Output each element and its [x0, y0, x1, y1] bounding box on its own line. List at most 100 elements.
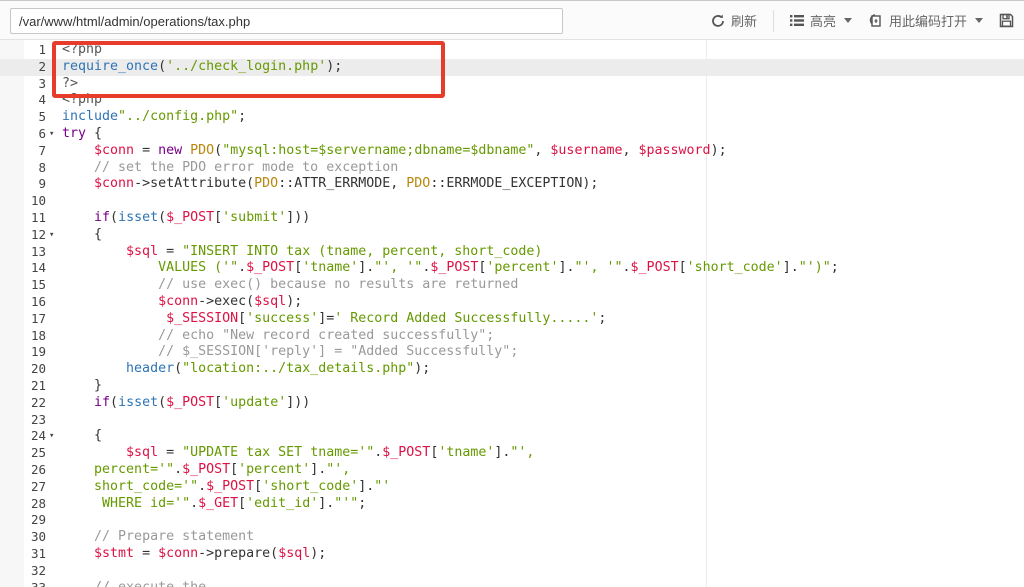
code-text: header("location:../tax_details.php"); — [126, 361, 431, 377]
line-number: 5 — [38, 109, 46, 125]
code-line[interactable]: 23 — [0, 412, 1024, 429]
code-line[interactable]: 1 <?php — [0, 42, 1024, 59]
code-text: WHERE id='".$_GET['edit_id']."'"; — [102, 495, 367, 511]
refresh-icon — [711, 14, 725, 28]
line-number: 32 — [30, 562, 46, 578]
code-line[interactable]: 28 WHERE id='".$_GET['edit_id']."'"; — [0, 496, 1024, 513]
fold-gutter — [46, 277, 62, 294]
fold-arrow-icon[interactable]: ▾ — [46, 428, 62, 445]
code-line[interactable]: 30 // Prepare statement — [0, 529, 1024, 546]
code-text: $conn->setAttribute(PDO::ATTR_ERRMODE, P… — [94, 176, 599, 192]
fold-arrow-icon[interactable]: ▾ — [46, 126, 62, 143]
line-number: 31 — [30, 545, 46, 561]
line-number: 4 — [38, 92, 46, 108]
line-number: 20 — [30, 361, 46, 377]
code-line[interactable]: 31 $stmt = $conn->prepare($sql); — [0, 546, 1024, 563]
fold-gutter — [46, 92, 62, 109]
line-number: 8 — [38, 159, 46, 175]
line-number: 14 — [30, 260, 46, 276]
code-text: short_code='".$_POST['short_code']."' — [94, 478, 391, 494]
code-text: if(isset($_POST['submit'])) — [94, 209, 311, 225]
line-number: 16 — [30, 293, 46, 309]
line-number: 6 — [38, 125, 46, 141]
encoding-label: 用此编码打开 — [888, 14, 967, 29]
code-line[interactable]: 29 — [0, 512, 1024, 529]
code-line[interactable]: 4 <?php — [0, 92, 1024, 109]
code-line[interactable]: 10 — [0, 193, 1024, 210]
code-line[interactable]: 24 ▾ { — [0, 428, 1024, 445]
fold-gutter — [46, 176, 62, 193]
code-line[interactable]: 20 header("location:../tax_details.php")… — [0, 361, 1024, 378]
line-number: 21 — [30, 377, 46, 393]
line-number: 17 — [30, 310, 46, 326]
code-text: $stmt = $conn->prepare($sql); — [94, 545, 327, 561]
code-line[interactable]: 9 $conn->setAttribute(PDO::ATTR_ERRMODE,… — [0, 176, 1024, 193]
fold-gutter — [46, 76, 62, 93]
code-text: // use exec() because no results are ret… — [158, 277, 519, 293]
fold-gutter — [46, 244, 62, 261]
code-line[interactable]: 13 $sql = "INSERT INTO tax (tname, perce… — [0, 244, 1024, 261]
code-line[interactable]: 27 short_code='".$_POST['short_code']."' — [0, 479, 1024, 496]
top-toolbar: 刷新 高亮 — [0, 0, 1024, 40]
refresh-button[interactable]: 刷新 — [711, 11, 757, 30]
save-icon — [999, 13, 1014, 28]
code-text: { — [62, 226, 103, 242]
file-path-input[interactable] — [10, 8, 563, 34]
fold-gutter — [46, 412, 62, 429]
code-text: <?php — [62, 92, 103, 108]
fold-gutter — [46, 496, 62, 513]
line-number: 9 — [38, 176, 46, 192]
code-editor[interactable]: 1 <?php 2 require_once('../check_login.php'… — [0, 40, 1024, 587]
code-line[interactable]: 16 $conn->exec($sql); — [0, 294, 1024, 311]
code-line[interactable]: 7 $conn = new PDO("mysql:host=$servernam… — [0, 143, 1024, 160]
fold-arrow-icon[interactable]: ▾ — [46, 227, 62, 244]
line-number: 28 — [30, 495, 46, 511]
code-line[interactable]: 14 VALUES ('".$_POST['tname']."', '".$_P… — [0, 260, 1024, 277]
code-line[interactable]: 18 // echo "New record created successfu… — [0, 328, 1024, 345]
line-number: 26 — [30, 461, 46, 477]
code-lines[interactable]: 1 <?php 2 require_once('../check_login.php'… — [0, 40, 1024, 587]
fold-gutter — [46, 529, 62, 546]
line-number: 10 — [30, 193, 46, 209]
code-text: percent='".$_POST['percent']."', — [94, 461, 351, 477]
fold-gutter — [46, 512, 62, 529]
fold-gutter — [46, 210, 62, 227]
code-text: { — [62, 428, 103, 444]
code-line[interactable]: 15 // use exec() because no results are … — [0, 277, 1024, 294]
code-line[interactable]: 11 if(isset($_POST['submit'])) — [0, 210, 1024, 227]
code-line[interactable]: 12 ▾ { — [0, 227, 1024, 244]
code-text: $sql = "INSERT INTO tax (tname, percent,… — [126, 243, 543, 259]
code-text: $conn->exec($sql); — [158, 293, 303, 309]
code-line[interactable]: 26 percent='".$_POST['percent']."', — [0, 462, 1024, 479]
fold-gutter — [46, 143, 62, 160]
code-text: VALUES ('".$_POST['tname']."', '".$_POST… — [158, 260, 839, 276]
open-with-encoding-button[interactable]: 用此编码打开 — [868, 11, 983, 30]
code-line[interactable]: 22 if(isset($_POST['update'])) — [0, 395, 1024, 412]
save-button[interactable] — [999, 13, 1014, 28]
code-line[interactable]: 2 require_once('../check_login.php'); — [0, 58, 1024, 76]
fold-gutter — [46, 563, 62, 580]
fold-gutter — [46, 328, 62, 345]
code-line[interactable]: 33 // execute the — [0, 580, 1024, 587]
code-line[interactable]: 21 } — [0, 378, 1024, 395]
code-line[interactable]: 32 — [0, 563, 1024, 580]
code-text: // execute the — [94, 579, 207, 587]
encoding-reload-icon — [868, 13, 883, 28]
code-line[interactable]: 8 // set the PDO error mode to exception — [0, 160, 1024, 177]
code-text: if(isset($_POST['update'])) — [94, 394, 311, 410]
line-number: 18 — [30, 327, 46, 343]
line-number: 33 — [30, 579, 46, 587]
refresh-label: 刷新 — [730, 14, 757, 29]
line-number: 24 — [30, 428, 46, 444]
line-number: 11 — [30, 209, 46, 225]
code-line[interactable]: 6 ▾ try { — [0, 126, 1024, 143]
chevron-down-icon — [843, 18, 852, 23]
code-line[interactable]: 17 $_SESSION['success']=' Record Added S… — [0, 311, 1024, 328]
line-number: 13 — [30, 243, 46, 259]
code-line[interactable]: 3 ?> — [0, 76, 1024, 93]
fold-gutter — [46, 378, 62, 395]
code-line[interactable]: 5 include"../config.php"; — [0, 109, 1024, 126]
highlight-button[interactable]: 高亮 — [789, 11, 852, 30]
code-line[interactable]: 19 // $_SESSION['reply'] = "Added Succes… — [0, 344, 1024, 361]
code-line[interactable]: 25 $sql = "UPDATE tax SET tname='".$_POS… — [0, 445, 1024, 462]
